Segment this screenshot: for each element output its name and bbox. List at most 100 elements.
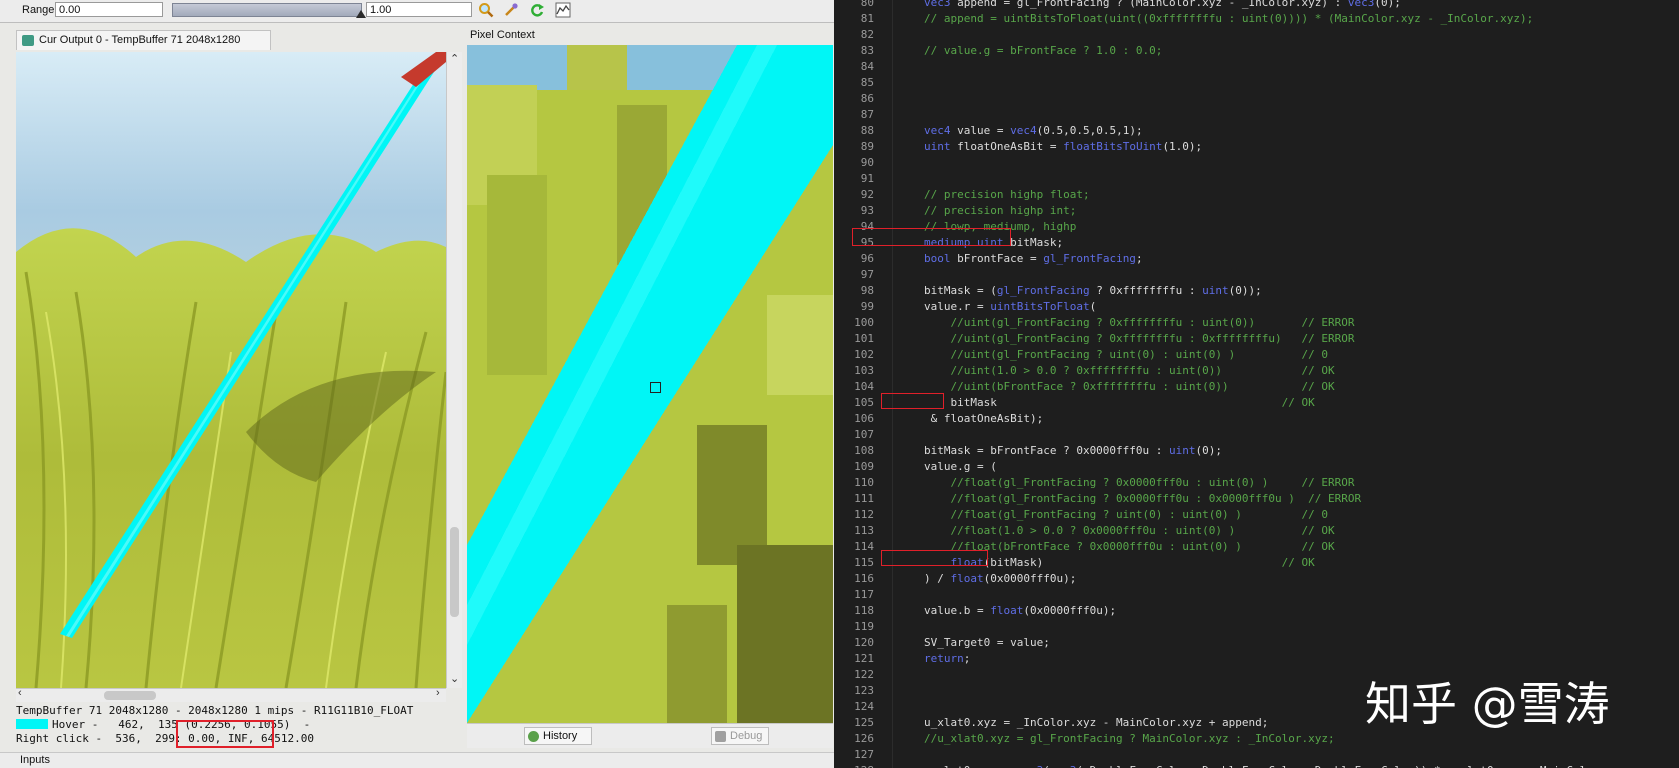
- watermark-text: 知乎 @雪涛: [1365, 677, 1610, 731]
- code-line: //uint(gl_FrontFacing ? uint(0) : uint(0…: [924, 348, 1328, 361]
- history-tab-label: History: [543, 730, 578, 742]
- line-number: 110: [854, 476, 874, 489]
- code-line: return;: [924, 652, 971, 665]
- code-line: u_xlat0.xyz = vec3(vec3( DoubleFaceColor…: [924, 764, 1633, 768]
- code-line: vec4 value = vec4(0.5,0.5,0.5,1);: [924, 124, 1143, 137]
- tab-history[interactable]: History: [524, 727, 592, 745]
- code-line: value.g = (: [924, 460, 997, 473]
- inputs-label: Inputs: [20, 754, 50, 766]
- line-number: 127: [854, 748, 874, 761]
- line-number: 88: [860, 124, 874, 137]
- line-number: 119: [854, 620, 874, 633]
- range-max-input[interactable]: 1.00: [366, 2, 472, 17]
- code-line: value.r = uintBitsToFloat(: [924, 300, 1097, 313]
- code-line: u_xlat0.xyz = _InColor.xyz - MainColor.x…: [924, 716, 1269, 729]
- line-number: 89: [860, 140, 874, 153]
- line-number: 90: [860, 156, 874, 169]
- code-line: bitMask = bFrontFace ? 0x0000fff0u : uin…: [924, 444, 1223, 457]
- line-number: 100: [854, 316, 874, 329]
- texture-view-vertical-scrollbar[interactable]: ⌃ ⌄: [446, 52, 462, 688]
- code-line: //uint(gl_FrontFacing ? 0xffffffffu : ui…: [924, 316, 1355, 329]
- line-number: 102: [854, 348, 874, 361]
- line-number: 122: [854, 668, 874, 681]
- scroll-left-icon[interactable]: ‹: [18, 687, 22, 699]
- code-line: //u_xlat0.xyz = gl_FrontFacing ? MainCol…: [924, 732, 1335, 745]
- highlight-box-float-bitmask: [881, 550, 988, 566]
- inputs-panel-header[interactable]: Inputs: [0, 752, 834, 768]
- line-number: 97: [860, 268, 874, 281]
- horizontal-scroll-thumb[interactable]: [104, 691, 156, 700]
- line-number: 101: [854, 332, 874, 345]
- line-number: 116: [854, 572, 874, 585]
- line-number: 118: [854, 604, 874, 617]
- code-line: //uint(bFrontFace ? 0xffffffffu : uint(0…: [924, 380, 1335, 393]
- texture-view-horizontal-scrollbar[interactable]: ‹ ›: [16, 687, 446, 702]
- range-min-input[interactable]: 0.00: [55, 2, 163, 17]
- code-line: //float(gl_FrontFacing ? uint(0) : uint(…: [924, 508, 1328, 521]
- line-number: 112: [854, 508, 874, 521]
- line-number: 111: [854, 492, 874, 505]
- range-slider-thumb[interactable]: [356, 10, 366, 18]
- hover-color-swatch: [16, 719, 48, 729]
- highlight-box-value: [176, 720, 274, 748]
- texture-view[interactable]: [16, 52, 446, 688]
- code-line: //float(gl_FrontFacing ? 0x0000fff0u : 0…: [924, 492, 1362, 505]
- line-number: 83: [860, 44, 874, 57]
- code-line: vec3 append = gl_FrontFacing ? (MainColo…: [924, 0, 1401, 9]
- line-number: 104: [854, 380, 874, 393]
- line-number-gutter: 80 81 82 83 84 85 86 87 88 89 90 91 92 93 94 95 96 97 98 99…: [834, 0, 893, 768]
- range-slider[interactable]: [172, 3, 366, 18]
- line-number: 91: [860, 172, 874, 185]
- line-number: 107: [854, 428, 874, 441]
- code-line: // precision highp float;: [924, 188, 1090, 201]
- pick-icon[interactable]: [503, 2, 519, 18]
- highlight-box-bitmask: [881, 393, 944, 409]
- highlight-box-bitmask-decl: [852, 228, 1011, 246]
- code-line: uint floatOneAsBit = floatBitsToUint(1.0…: [924, 140, 1203, 153]
- code-line: // value.g = bFrontFace ? 1.0 : 0.0;: [924, 44, 1163, 57]
- vertical-scroll-thumb[interactable]: [450, 527, 459, 617]
- zoom-icon[interactable]: [478, 2, 494, 18]
- line-number: 124: [854, 700, 874, 713]
- refresh-icon[interactable]: [529, 2, 545, 18]
- tab-cur-output[interactable]: Cur Output 0 - TempBuffer 71 2048x1280: [16, 30, 271, 50]
- line-number: 84: [860, 60, 874, 73]
- wrench-icon: [715, 731, 726, 742]
- line-number: 117: [854, 588, 874, 601]
- tab-debug[interactable]: Debug: [711, 727, 769, 745]
- line-number: 106: [854, 412, 874, 425]
- code-line: // precision highp int;: [924, 204, 1077, 217]
- line-number: 109: [854, 460, 874, 473]
- line-number: 99: [860, 300, 874, 313]
- output-tab-label: Cur Output 0 - TempBuffer 71 2048x1280: [39, 34, 241, 46]
- code-line: ) / float(0x0000fff0u);: [924, 572, 1077, 585]
- histogram-icon[interactable]: [555, 2, 571, 18]
- history-icon: [528, 731, 539, 742]
- shader-source-editor[interactable]: 80 81 82 83 84 85 86 87 88 89 90 91 92 93 94 95 96 97 98 99…: [834, 0, 1679, 768]
- code-line: bitMask // OK: [924, 396, 1315, 409]
- code-line: value.b = float(0x0000fff0u);: [924, 604, 1117, 617]
- range-toolbar: Range 0.00 1.00: [0, 0, 834, 23]
- debug-tab-label: Debug: [730, 730, 763, 742]
- line-number: 103: [854, 364, 874, 377]
- code-line: bool bFrontFace = gl_FrontFacing;: [924, 252, 1143, 265]
- line-number: 86: [860, 92, 874, 105]
- code-line: // append = uintBitsToFloat(uint((0xffff…: [924, 12, 1534, 25]
- line-number: 80: [860, 0, 874, 9]
- pixel-selection-marker: [650, 382, 661, 393]
- line-number: 114: [854, 540, 874, 553]
- code-line: //float(1.0 > 0.0 ? 0x0000fff0u : uint(0…: [924, 524, 1335, 537]
- line-number: 81: [860, 12, 874, 25]
- scroll-up-icon[interactable]: ⌃: [450, 52, 459, 65]
- line-number: 85: [860, 76, 874, 89]
- scroll-right-icon[interactable]: ›: [436, 687, 440, 699]
- line-number: 113: [854, 524, 874, 537]
- code-line: //float(gl_FrontFacing ? 0x0000fff0u : u…: [924, 476, 1355, 489]
- code-line: //uint(gl_FrontFacing ? 0xffffffffu : 0x…: [924, 332, 1355, 345]
- line-number: 93: [860, 204, 874, 217]
- line-number: 128: [834, 764, 874, 768]
- line-number: 125: [854, 716, 874, 729]
- line-number: 120: [854, 636, 874, 649]
- line-number: 82: [860, 28, 874, 41]
- scroll-down-icon[interactable]: ⌄: [450, 672, 459, 685]
